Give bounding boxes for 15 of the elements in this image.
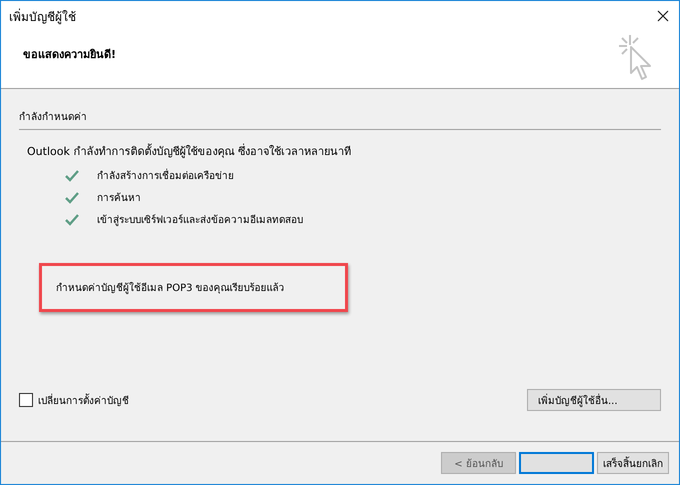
checkbox[interactable]: [19, 393, 33, 407]
step-label: กำลังสร้างการเชื่อมต่อเครือข่าย: [97, 168, 234, 183]
cursor-click-icon: [619, 35, 653, 83]
close-icon[interactable]: [657, 10, 669, 22]
intro-text: Outlook กำลังทำการติดตั้งบัญชีผู้ใช้ของคุณ ซึ่งอาจใช้เวลาหลายนาที: [27, 142, 352, 160]
add-account-button[interactable]: เพิ่มบัญชีผู้ใช้อื่น...: [527, 389, 661, 411]
step-label: การค้นหา: [97, 192, 141, 205]
step-label: เข้าสู่ระบบเซิร์ฟเวอร์และส่งข้อความอีเมลทดสอบ: [97, 213, 303, 227]
result-message: กำหนดค่าบัญชีผู้ใช้อีเมล POP3 ของคุณเรียบร้อยแล้ว: [56, 283, 285, 294]
heading: ขอแสดงความยินดี!: [23, 47, 116, 63]
checkbox-label: เปลี่ยนการตั้งค่าบัญชี: [38, 392, 129, 408]
window-title: เพิ่มบัญชีผู้ใช้: [9, 8, 76, 26]
cancel-button[interactable]: เสร็จสิ้นยกเลิก: [597, 452, 669, 474]
section-title: กำลังกำหนดค่า: [19, 110, 88, 124]
blank-button[interactable]: [519, 452, 594, 474]
